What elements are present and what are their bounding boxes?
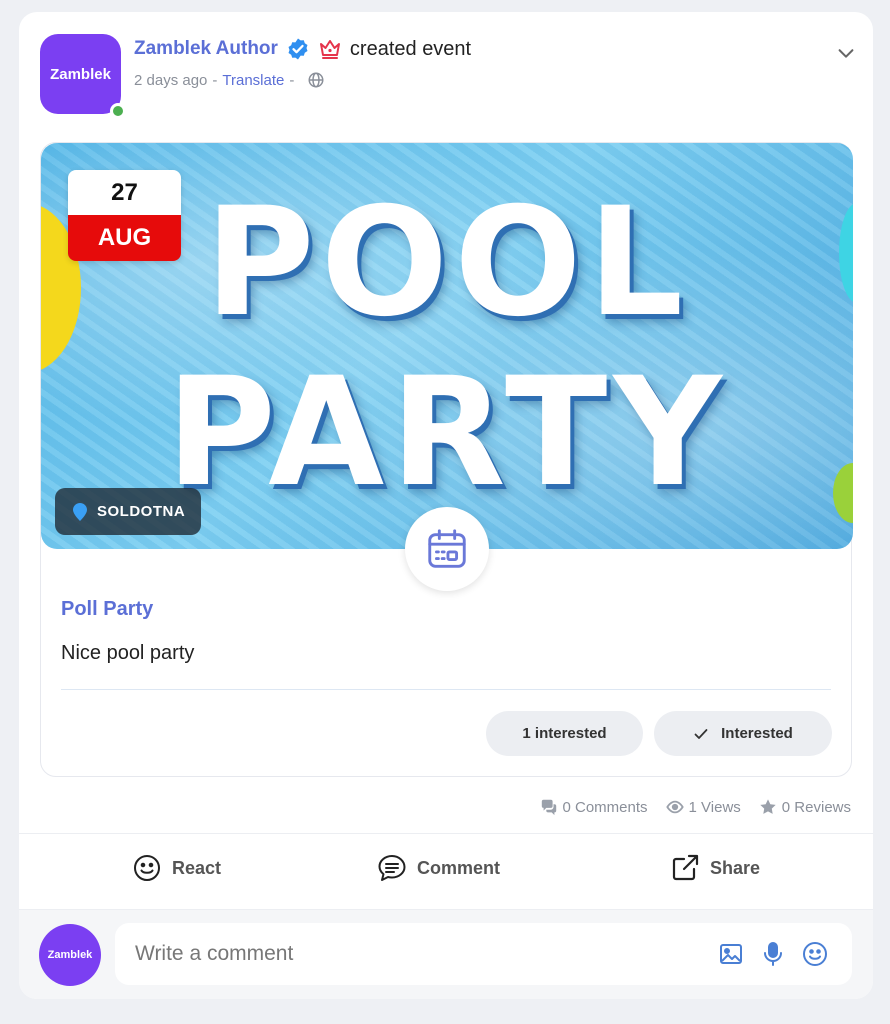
star-icon <box>760 799 776 814</box>
comments-stat[interactable]: 0 Comments <box>540 798 648 816</box>
globe-icon[interactable] <box>307 71 325 89</box>
meta-separator: - <box>212 71 218 89</box>
verified-icon <box>288 38 308 60</box>
views-stat: 1 Views <box>665 798 741 816</box>
comments-count: 0 Comments <box>562 798 648 816</box>
author-name[interactable]: Zamblek Author <box>134 38 278 60</box>
online-status-indicator <box>110 103 126 119</box>
post-card: Zamblek Zamblek Author created event 2 d… <box>19 12 873 999</box>
divider <box>61 689 831 690</box>
interested-count-label: 1 interested <box>522 725 607 742</box>
views-count: 1 Views <box>688 798 741 816</box>
interested-count-button[interactable]: 1 interested <box>486 711 643 756</box>
share-button[interactable]: Share <box>670 853 760 883</box>
interested-button-label: Interested <box>721 725 793 742</box>
event-date-badge: 27 AUG <box>68 170 181 261</box>
interested-button[interactable]: Interested <box>654 711 832 756</box>
comment-button[interactable]: Comment <box>377 853 500 883</box>
current-user-avatar[interactable]: Zamblek <box>39 924 101 986</box>
share-icon <box>672 854 699 881</box>
event-day: 27 <box>68 170 181 215</box>
event-banner[interactable]: POOL PARTY 27 AUG SOLDOTNA <box>41 143 853 549</box>
event-card[interactable]: POOL PARTY 27 AUG SOLDOTNA Poll Party Ni… <box>40 142 853 777</box>
meta-separator: - <box>289 71 295 89</box>
event-location: SOLDOTNA <box>55 488 202 535</box>
post-meta: 2 days ago - Translate - <box>134 71 325 89</box>
event-title[interactable]: Poll Party <box>61 598 153 621</box>
post-action-text: created event <box>349 37 472 60</box>
calendar-icon <box>428 529 466 568</box>
eye-icon <box>665 800 684 814</box>
react-button[interactable]: React <box>132 853 221 883</box>
post-timestamp: 2 days ago <box>134 71 208 89</box>
current-user-avatar-text: Zamblek <box>47 949 93 961</box>
post-stats: 0 Comments 1 Views 0 Reviews <box>540 798 851 816</box>
event-type-badge <box>405 507 489 591</box>
pin-icon <box>73 502 87 521</box>
smiley-icon <box>134 855 160 881</box>
reviews-stat[interactable]: 0 Reviews <box>759 798 851 816</box>
crown-icon <box>319 40 340 59</box>
react-button-label: React <box>172 857 222 878</box>
author-avatar-text: Zamblek <box>50 65 111 83</box>
reviews-count: 0 Reviews <box>781 798 851 816</box>
comments-icon <box>541 799 556 816</box>
event-location-text: SOLDOTNA <box>97 503 186 520</box>
comment-button-label: Comment <box>417 857 501 878</box>
emoji-icon[interactable] <box>801 940 829 968</box>
chat-bubble-icon <box>378 855 406 881</box>
author-avatar[interactable]: Zamblek <box>40 34 121 114</box>
event-month: AUG <box>68 215 181 261</box>
mic-icon[interactable] <box>759 940 787 968</box>
share-button-label: Share <box>710 857 761 878</box>
post-actions: React Comment Share <box>19 834 873 909</box>
post-header: Zamblek Author created event <box>134 36 471 62</box>
check-icon <box>694 728 708 739</box>
event-description: Nice pool party <box>61 642 195 664</box>
translate-link[interactable]: Translate <box>222 72 284 89</box>
chevron-down-icon[interactable] <box>835 42 857 64</box>
image-icon[interactable] <box>717 940 745 968</box>
comment-composer: Zamblek <box>19 910 873 999</box>
